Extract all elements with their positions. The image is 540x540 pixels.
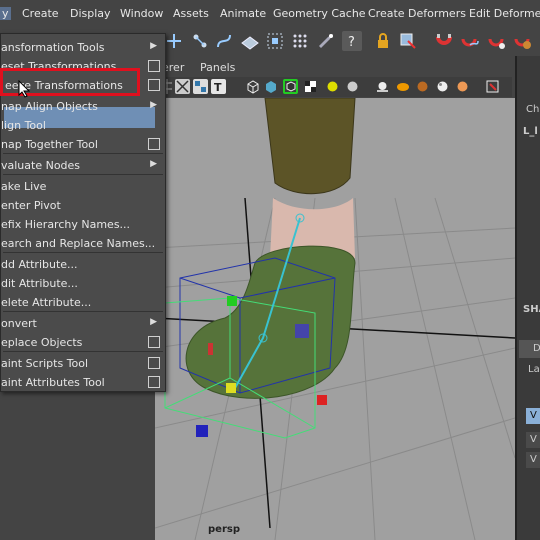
isolate-select-icon[interactable] [485, 79, 500, 94]
viewport-toolbar: T [155, 77, 512, 97]
menu-item-prefix-hierarchy-names[interactable]: efix Hierarchy Names... [1, 215, 165, 234]
menubar-item-create-deformers[interactable]: Create Deformers [368, 7, 466, 20]
menu-separator [3, 153, 163, 154]
layer-row-2[interactable]: V [526, 432, 540, 448]
text-t-icon[interactable]: T [211, 79, 226, 94]
svg-text:?: ? [348, 35, 355, 50]
menu-item-paint-scripts-tool[interactable]: aint Scripts Tool [1, 354, 165, 373]
option-box-icon[interactable] [148, 60, 160, 72]
layers-label: La [528, 364, 540, 375]
menu-item-convert[interactable]: onvert ▶ [1, 314, 165, 333]
menu-separator [3, 174, 163, 175]
channel-box-label: Cha [526, 104, 540, 115]
menubar-item-create[interactable]: Create [22, 7, 59, 20]
menubar-item-animate[interactable]: Animate [220, 7, 266, 20]
make-live-icon[interactable] [265, 31, 285, 51]
blue-handle-front[interactable] [196, 425, 208, 437]
menu-separator [3, 252, 163, 253]
menu-separator [3, 351, 163, 352]
menu-item-search-replace-names[interactable]: earch and Replace Names... [1, 234, 165, 253]
magnet-icon[interactable] [434, 31, 454, 51]
magnet-curve-icon[interactable] [460, 31, 480, 51]
menu-item-evaluate-nodes[interactable]: valuate Nodes ▶ [1, 156, 165, 175]
selected-object-label: L_l [523, 126, 538, 137]
menu-item-snap-align-objects[interactable]: nap Align Objects ▶ [1, 97, 165, 116]
scene-graphic [155, 98, 515, 540]
menu-separator [3, 311, 163, 312]
menubar-item-modify[interactable]: y [0, 7, 11, 20]
ambient-occlusion-icon[interactable] [415, 79, 430, 94]
render-region-icon[interactable] [290, 31, 310, 51]
select-object-icon[interactable] [398, 31, 418, 51]
green-handle[interactable] [227, 296, 237, 306]
svg-text:T: T [214, 81, 222, 94]
shoe-mesh [185, 245, 356, 399]
snap-curve-icon[interactable] [190, 31, 210, 51]
menu-item-replace-objects[interactable]: eplace Objects [1, 333, 165, 352]
checker-texture-icon[interactable] [303, 79, 318, 94]
smooth-shade-cube-icon[interactable] [263, 79, 278, 94]
option-box-icon[interactable] [148, 79, 160, 91]
red-marker [208, 343, 213, 355]
magnet-point-icon[interactable] [487, 31, 507, 51]
menu-item-transformation-tools[interactable]: ansformation Tools ▶ [1, 38, 165, 57]
snap-grid-icon[interactable] [164, 31, 184, 51]
channel-box-panel: Cha L_l SHA D La V V V [515, 56, 540, 540]
help-icon[interactable]: ? [342, 31, 362, 51]
menubar-item-display[interactable]: Display [70, 7, 111, 20]
panel-menu-panels[interactable]: Panels [200, 61, 235, 74]
submenu-arrow-icon: ▶ [150, 317, 157, 327]
all-lights-icon[interactable] [345, 79, 360, 94]
menu-item-delete-attribute[interactable]: elete Attribute... [1, 293, 165, 312]
texture-icon[interactable] [193, 79, 208, 94]
yellow-handle[interactable] [226, 383, 236, 393]
red-handle[interactable] [317, 395, 327, 405]
default-light-icon[interactable] [325, 79, 340, 94]
lock-icon[interactable] [373, 31, 393, 51]
menu-item-center-pivot[interactable]: enter Pivot [1, 196, 165, 215]
magnet-surface-icon[interactable] [513, 31, 533, 51]
menu-item-make-live[interactable]: ake Live [1, 177, 165, 196]
menu-item-paint-attributes-tool[interactable]: aint Attributes Tool [1, 373, 165, 392]
submenu-arrow-icon: ▶ [150, 159, 157, 169]
pant-leg-mesh [264, 98, 356, 195]
menu-item-snap-together-tool[interactable]: nap Together Tool [1, 135, 165, 154]
submenu-arrow-icon: ▶ [150, 100, 157, 110]
option-box-icon[interactable] [148, 376, 160, 388]
option-box-icon[interactable] [148, 138, 160, 150]
camera-name-label: persp [208, 524, 240, 535]
depth-of-field-icon[interactable] [455, 79, 470, 94]
menubar-item-geometry-cache[interactable]: Geometry Cache [273, 7, 366, 20]
wireframe-on-shaded-icon[interactable] [283, 79, 298, 94]
blue-handle-back[interactable] [295, 324, 309, 338]
perspective-viewport[interactable] [155, 98, 515, 540]
shadow-icon[interactable] [375, 79, 390, 94]
xray-icon[interactable] [175, 79, 190, 94]
display-tab[interactable]: D [519, 340, 540, 358]
menubar-item-window[interactable]: Window [120, 7, 163, 20]
shapes-label: SHA [523, 304, 540, 315]
layer-row-1[interactable]: V [526, 408, 540, 424]
render-current-icon[interactable] [316, 31, 336, 51]
layer-row-3[interactable]: V [526, 452, 540, 468]
menubar-item-assets[interactable]: Assets [173, 7, 209, 20]
anti-aliasing-icon[interactable] [435, 79, 450, 94]
option-box-icon[interactable] [148, 336, 160, 348]
menubar-item-edit-deformers[interactable]: Edit Deformers [469, 7, 540, 20]
wireframe-cube-icon[interactable] [245, 79, 260, 94]
submenu-arrow-icon: ▶ [150, 41, 157, 51]
option-box-icon[interactable] [148, 357, 160, 369]
menu-item-align-tool[interactable]: lign Tool [1, 116, 165, 135]
menu-item-edit-attribute[interactable]: dit Attribute... [1, 274, 165, 293]
snap-view-plane-icon[interactable] [240, 31, 260, 51]
snap-point-icon[interactable] [214, 31, 234, 51]
panel-menubar: erer Panels [155, 60, 512, 76]
main-menubar: y Create Display Window Assets Animate G… [0, 0, 540, 29]
mouse-cursor-icon [18, 80, 30, 98]
motion-blur-icon[interactable] [395, 79, 410, 94]
menu-item-add-attribute[interactable]: dd Attribute... [1, 255, 165, 274]
